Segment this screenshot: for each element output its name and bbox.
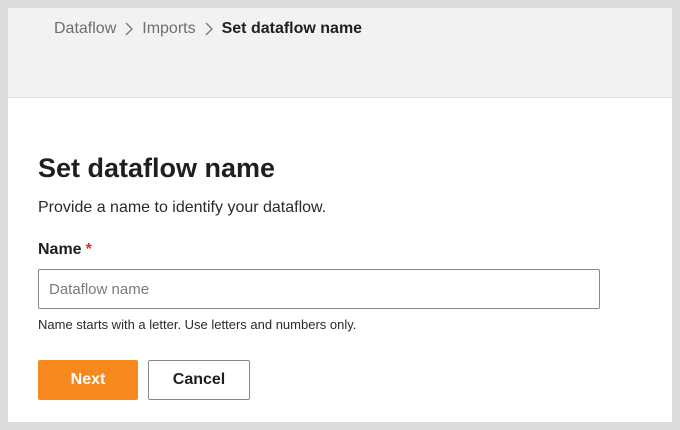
header-bar: Dataflow Imports Set dataflow name bbox=[8, 8, 672, 98]
name-field-label: Name bbox=[38, 241, 82, 258]
chevron-right-icon bbox=[116, 22, 142, 36]
name-field-hint: Name starts with a letter. Use letters a… bbox=[38, 317, 357, 332]
cancel-button[interactable]: Cancel bbox=[148, 360, 250, 400]
main-content: Set dataflow name Provide a name to iden… bbox=[38, 98, 642, 422]
breadcrumb-current: Set dataflow name bbox=[221, 20, 363, 37]
dataflow-name-input[interactable] bbox=[38, 269, 600, 309]
required-marker: * bbox=[85, 241, 92, 258]
name-field-label-row: Name * bbox=[38, 240, 92, 260]
page-frame: Dataflow Imports Set dataflow name Set d… bbox=[8, 8, 672, 422]
page-title: Set dataflow name bbox=[38, 153, 276, 183]
chevron-right-icon bbox=[196, 22, 222, 36]
breadcrumb-item-imports[interactable]: Imports bbox=[142, 19, 195, 39]
breadcrumb: Dataflow Imports Set dataflow name bbox=[54, 19, 362, 39]
breadcrumb-item-dataflow[interactable]: Dataflow bbox=[54, 19, 116, 39]
next-button[interactable]: Next bbox=[38, 360, 138, 400]
page-description: Provide a name to identify your dataflow… bbox=[38, 199, 327, 216]
